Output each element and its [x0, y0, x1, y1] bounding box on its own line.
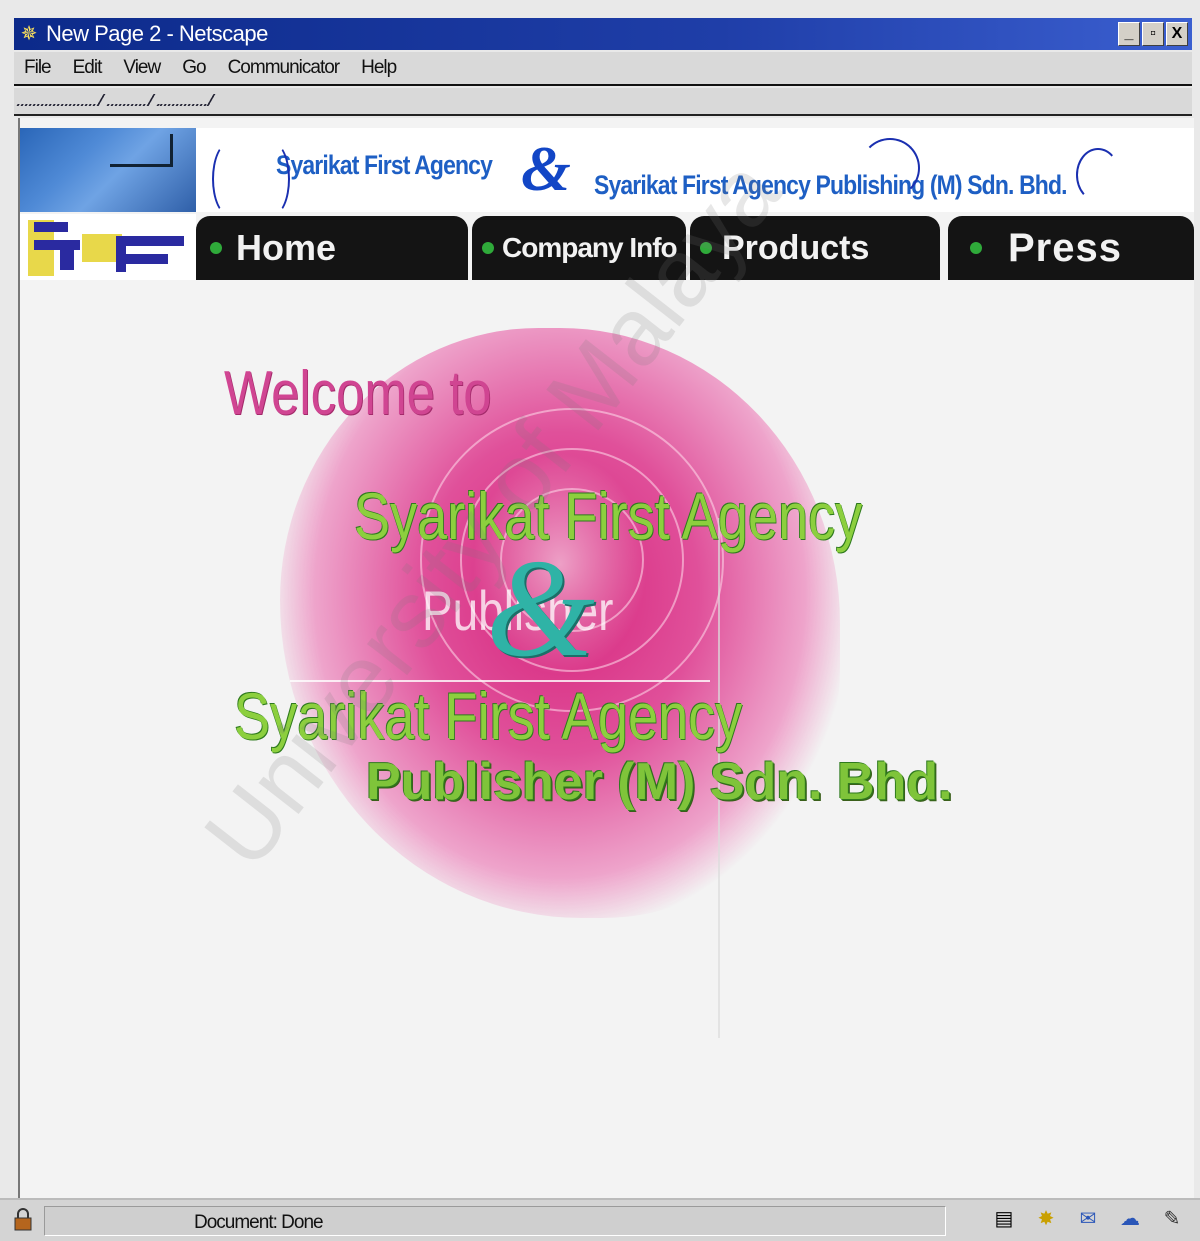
nav-home[interactable]: Home: [196, 216, 468, 280]
pen-mark: [860, 138, 920, 198]
personal-toolbar-tab[interactable]: [156, 94, 216, 106]
brand-left: Syarikat First Agency: [276, 150, 493, 180]
menu-edit[interactable]: Edit: [73, 57, 103, 79]
location-toolbar-tab[interactable]: [106, 94, 156, 106]
discussion-icon[interactable]: ☁: [1118, 1208, 1142, 1230]
menu-go[interactable]: Go: [182, 57, 206, 79]
status-field: [44, 1206, 946, 1236]
navigator-icon[interactable]: ✸: [1034, 1208, 1058, 1230]
menu-file[interactable]: File: [24, 57, 52, 79]
pen-mark: [212, 142, 246, 216]
menu-help[interactable]: Help: [361, 57, 397, 79]
pen-mark: [1076, 148, 1120, 202]
composer-icon[interactable]: ✎: [1160, 1208, 1184, 1230]
header-photo: [20, 128, 196, 212]
maximize-button[interactable]: ▫: [1142, 22, 1164, 46]
brand-right: Syarikat First Agency Publishing (M) Sdn…: [594, 170, 1068, 200]
nav-press-label: Press: [1008, 225, 1122, 270]
page-viewport: Syarikat First Agency & Syarikat First A…: [18, 118, 1194, 1198]
menu-communicator[interactable]: Communicator: [228, 57, 341, 79]
header-ampersand: &: [521, 133, 571, 204]
menu-bar: File Edit View Go Communicator Help: [14, 52, 1192, 86]
window-title: New Page 2 - Netscape: [46, 21, 268, 46]
navigation-toolbar-tab[interactable]: [16, 94, 106, 106]
sf-logo: [20, 214, 196, 280]
netscape-icon: ✵: [20, 23, 38, 45]
title-bar: ✵ New Page 2 - Netscape _ ▫ X: [14, 18, 1192, 50]
mail-icon[interactable]: ✉: [1076, 1208, 1100, 1230]
status-bar: Document: Done ▤ ✸ ✉ ☁ ✎: [0, 1198, 1200, 1241]
close-button[interactable]: X: [1166, 22, 1188, 46]
collapsed-toolbars: [14, 88, 1192, 116]
nav-press[interactable]: Press: [948, 216, 1194, 280]
publisher-title: Publisher (M) Sdn. Bhd.: [366, 753, 953, 811]
menu-view[interactable]: View: [123, 57, 161, 79]
bullet-icon: [210, 242, 222, 254]
nav-home-label: Home: [236, 227, 337, 268]
welcome-heading: Welcome to: [224, 359, 492, 428]
separator-icon: ▤: [994, 1208, 1014, 1230]
bullet-icon: [970, 242, 982, 254]
pen-mark: [256, 142, 290, 216]
security-lock-icon[interactable]: [12, 1208, 34, 1232]
minimize-button[interactable]: _: [1118, 22, 1140, 46]
window-controls: _ ▫ X: [1118, 22, 1188, 46]
bullet-icon: [482, 242, 494, 254]
component-bar: ▤ ✸ ✉ ☁ ✎: [992, 1208, 1184, 1230]
status-text: Document: Done: [194, 1212, 324, 1233]
